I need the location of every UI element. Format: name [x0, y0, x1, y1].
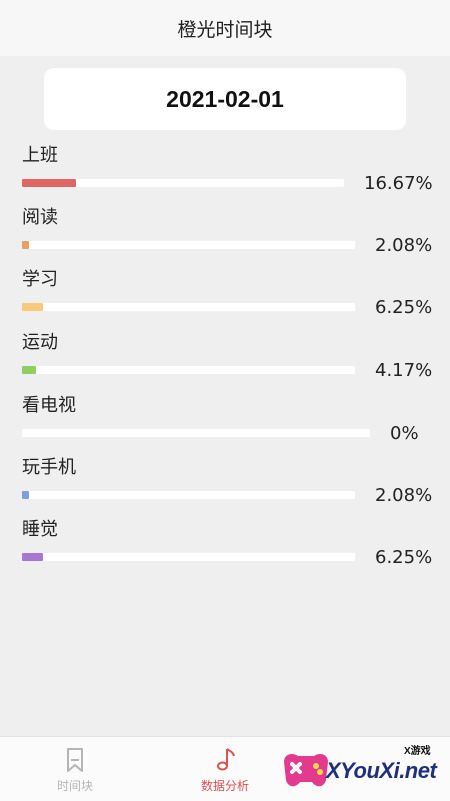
app-title: 橙光时间块 — [177, 18, 273, 41]
progress-fill — [22, 491, 29, 499]
category-percent: 2.08% — [375, 235, 433, 256]
category-item: 玩手机 2.08% — [0, 456, 450, 518]
category-percent: 6.25% — [375, 547, 433, 568]
progress-track — [22, 491, 355, 499]
category-percent: 6.25% — [375, 297, 433, 318]
category-percent: 0% — [390, 423, 419, 444]
category-label: 上班 — [22, 145, 58, 166]
watermark-brand: XYouXi.net — [326, 758, 437, 783]
category-item: 上班 16.67% — [0, 144, 450, 206]
category-percent: 2.08% — [375, 485, 433, 506]
app-header: 橙光时间块 — [0, 0, 450, 56]
progress-track — [22, 429, 370, 437]
category-percent: 4.17% — [375, 360, 433, 381]
watermark-tag: X游戏 — [404, 746, 431, 757]
progress-fill — [22, 366, 36, 374]
tab-time-blocks[interactable]: 时间块 — [0, 737, 150, 801]
progress-fill — [22, 303, 43, 311]
category-item: 阅读 2.08% — [0, 206, 450, 268]
progress-track — [22, 303, 355, 311]
progress-fill — [22, 241, 29, 249]
category-label: 看电视 — [22, 395, 76, 416]
progress-track — [22, 366, 355, 374]
category-label: 睡觉 — [22, 519, 58, 540]
date-selector[interactable]: 2021-02-01 — [44, 68, 406, 130]
progress-fill — [22, 553, 43, 561]
date-label: 2021-02-01 — [166, 85, 284, 112]
tab-label: 时间块 — [56, 779, 93, 793]
progress-fill — [22, 179, 76, 187]
bookmark-icon — [60, 745, 90, 775]
progress-track — [22, 553, 355, 561]
category-label: 玩手机 — [22, 457, 76, 478]
progress-track — [22, 179, 344, 187]
category-label: 阅读 — [22, 207, 58, 228]
category-item: 睡觉 6.25% — [0, 518, 450, 580]
category-item: 看电视 0% — [0, 394, 450, 456]
category-label: 学习 — [22, 269, 58, 290]
category-item: 运动 4.17% — [0, 331, 450, 393]
category-label: 运动 — [22, 332, 58, 353]
category-percent: 16.67% — [364, 173, 433, 194]
music-note-icon — [210, 745, 240, 775]
progress-track — [22, 241, 355, 249]
category-item: 学习 6.25% — [0, 268, 450, 330]
watermark-logo: X游戏 XYouXi.net — [278, 738, 450, 800]
